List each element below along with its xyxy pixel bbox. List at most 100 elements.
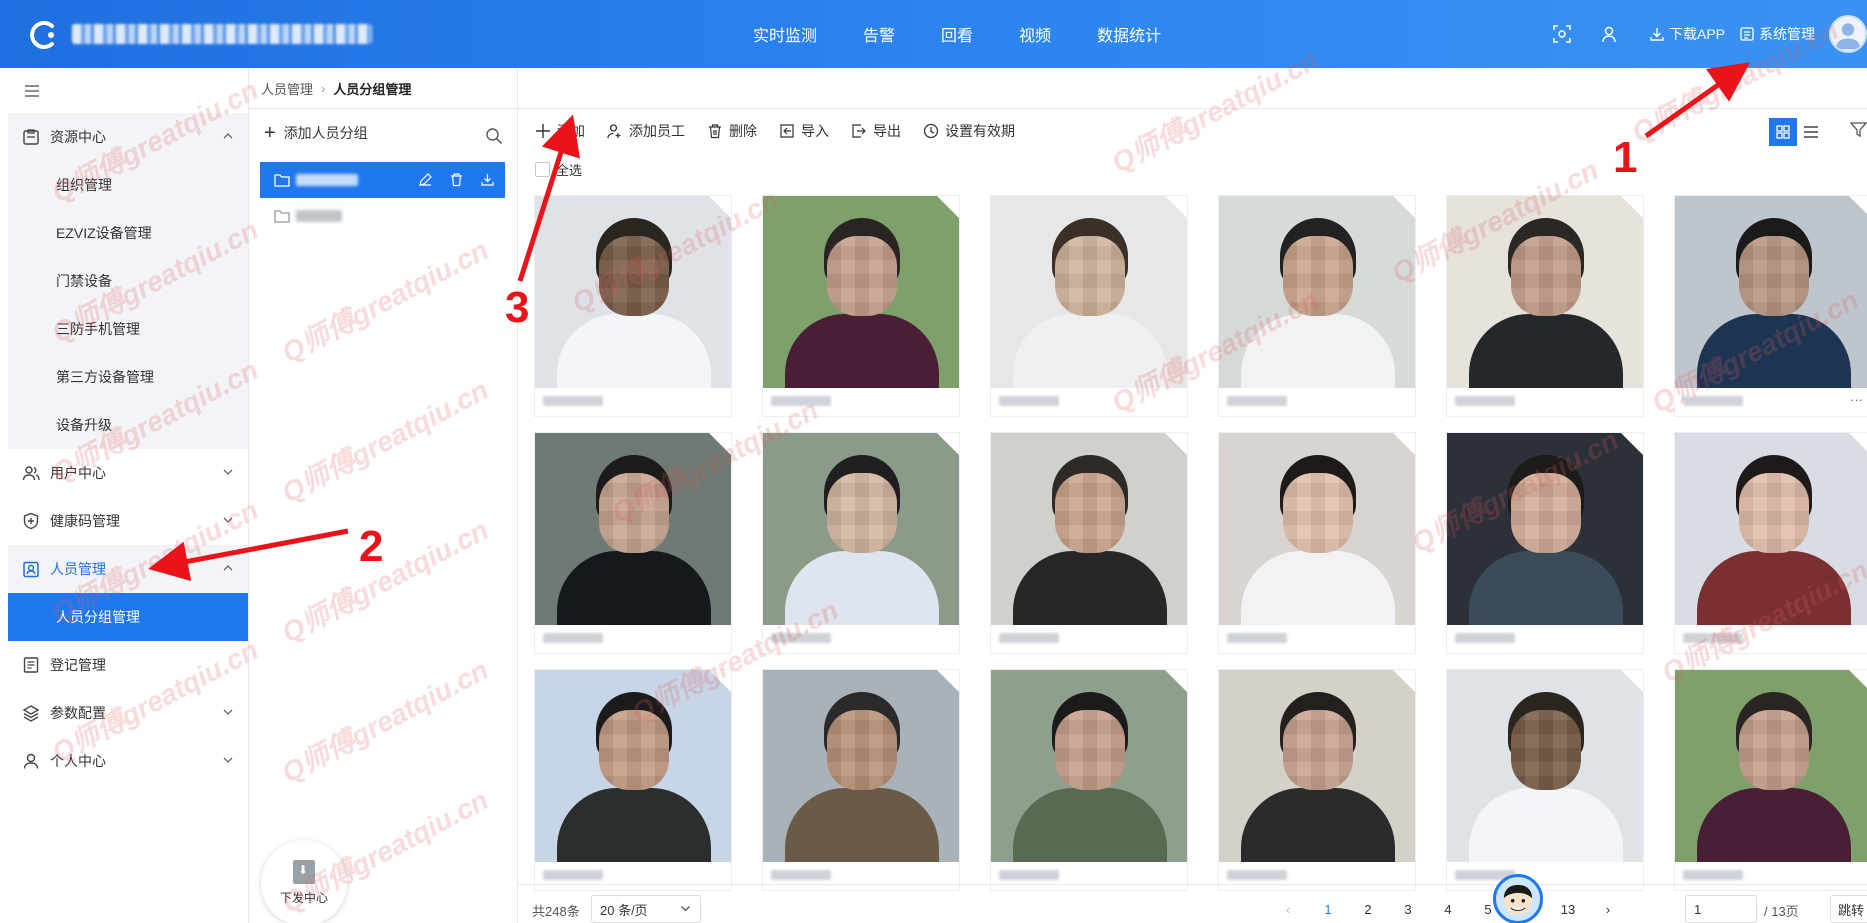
person-card[interactable] bbox=[534, 432, 732, 654]
list-view-button[interactable] bbox=[1797, 118, 1825, 146]
system-admin-link[interactable]: 系统管理 bbox=[1739, 24, 1815, 44]
sidebar-group-health-code[interactable]: 健康码管理 bbox=[8, 497, 248, 545]
page-13[interactable]: 13 bbox=[1548, 902, 1588, 917]
card-select-corner[interactable] bbox=[1621, 433, 1643, 455]
person-card[interactable] bbox=[990, 432, 1188, 654]
person-card[interactable] bbox=[762, 195, 960, 417]
nav-playback[interactable]: 回看 bbox=[918, 0, 996, 68]
select-all[interactable]: 全选 bbox=[535, 160, 582, 179]
page-jump-input[interactable] bbox=[1685, 895, 1757, 923]
card-select-corner[interactable] bbox=[1165, 670, 1187, 692]
person-card[interactable] bbox=[1218, 195, 1416, 417]
edit-icon[interactable] bbox=[418, 172, 433, 187]
delete-icon[interactable] bbox=[449, 172, 464, 187]
card-select-corner[interactable] bbox=[709, 433, 731, 455]
card-select-corner[interactable] bbox=[937, 196, 959, 218]
add-group-button[interactable]: + 添加人员分组 bbox=[264, 123, 368, 143]
card-select-corner[interactable] bbox=[1393, 670, 1415, 692]
sidebar-item-ezviz-devices[interactable]: EZVIZ设备管理 bbox=[8, 209, 248, 257]
person-card[interactable] bbox=[990, 669, 1188, 891]
person-card[interactable] bbox=[534, 669, 732, 891]
page-2[interactable]: 2 bbox=[1348, 902, 1388, 917]
add-button[interactable]: 添加 bbox=[535, 121, 585, 141]
person-card[interactable]: ··· bbox=[1674, 195, 1867, 417]
export-button[interactable]: 导出 bbox=[851, 121, 901, 141]
person-photo bbox=[991, 433, 1187, 625]
card-select-corner[interactable] bbox=[1849, 670, 1867, 692]
nav-alarm[interactable]: 告警 bbox=[840, 0, 918, 68]
set-validity-button[interactable]: 设置有效期 bbox=[923, 121, 1015, 141]
sidebar-item-access-devices[interactable]: 门禁设备 bbox=[8, 257, 248, 305]
card-select-corner[interactable] bbox=[1393, 433, 1415, 455]
sidebar-item-device-upgrade[interactable]: 设备升级 bbox=[8, 401, 248, 449]
card-select-corner[interactable] bbox=[1165, 196, 1187, 218]
group-item[interactable] bbox=[260, 198, 505, 234]
sidebar-collapse-toggle[interactable] bbox=[8, 68, 248, 113]
add-user-icon bbox=[607, 124, 621, 139]
person-card[interactable] bbox=[1218, 432, 1416, 654]
card-select-corner[interactable] bbox=[709, 196, 731, 218]
person-photo bbox=[1447, 670, 1643, 862]
card-select-corner[interactable] bbox=[1621, 670, 1643, 692]
sidebar-item-org-management[interactable]: 组织管理 bbox=[8, 161, 248, 209]
grid-icon bbox=[1776, 125, 1790, 139]
page-1[interactable]: 1 bbox=[1308, 902, 1348, 917]
sidebar-group-user-center[interactable]: 用户中心 bbox=[8, 449, 248, 497]
sidebar-group-registration[interactable]: 登记管理 bbox=[8, 641, 248, 689]
sidebar-item-personnel-groups[interactable]: 人员分组管理 bbox=[8, 593, 248, 641]
card-select-corner[interactable] bbox=[709, 670, 731, 692]
delete-button[interactable]: 删除 bbox=[707, 121, 757, 141]
shield-plus-icon bbox=[23, 512, 39, 530]
person-card[interactable] bbox=[1446, 669, 1644, 891]
card-select-corner[interactable] bbox=[1849, 196, 1867, 218]
person-name-blurred bbox=[1227, 396, 1287, 406]
nav-realtime-monitor[interactable]: 实时监测 bbox=[730, 0, 840, 68]
person-card[interactable] bbox=[1674, 432, 1867, 654]
person-card[interactable] bbox=[534, 195, 732, 417]
card-select-corner[interactable] bbox=[1165, 433, 1187, 455]
select-all-checkbox[interactable] bbox=[535, 162, 550, 177]
sidebar-group-personal-center[interactable]: 个人中心 bbox=[8, 737, 248, 785]
user-avatar[interactable] bbox=[1829, 15, 1867, 53]
sidebar-group-label: 资源中心 bbox=[50, 129, 106, 145]
download-app-link[interactable]: 下载APP bbox=[1649, 24, 1725, 44]
page-size-select[interactable]: 20 条/页 bbox=[591, 895, 701, 923]
card-select-corner[interactable] bbox=[937, 433, 959, 455]
scan-icon[interactable] bbox=[1553, 25, 1571, 43]
person-card[interactable] bbox=[1446, 432, 1644, 654]
person-card[interactable] bbox=[762, 432, 960, 654]
sidebar-group-resource-center[interactable]: 资源中心 bbox=[8, 113, 248, 161]
add-employee-button[interactable]: 添加员工 bbox=[607, 121, 685, 141]
import-button[interactable]: 导入 bbox=[779, 121, 829, 141]
filter-icon[interactable] bbox=[1850, 121, 1867, 138]
more-options-icon[interactable]: ··· bbox=[1850, 392, 1863, 407]
page-jump-button[interactable]: 跳转 bbox=[1830, 895, 1867, 923]
assistant-mascot-avatar[interactable] bbox=[1493, 874, 1543, 923]
person-card[interactable] bbox=[762, 669, 960, 891]
sidebar-group-personnel[interactable]: 人员管理 bbox=[8, 545, 248, 593]
nav-statistics[interactable]: 数据统计 bbox=[1074, 0, 1184, 68]
next-page-icon[interactable]: › bbox=[1588, 902, 1628, 917]
nav-video[interactable]: 视频 bbox=[996, 0, 1074, 68]
page-3[interactable]: 3 bbox=[1388, 902, 1428, 917]
sidebar-item-third-party-devices[interactable]: 第三方设备管理 bbox=[8, 353, 248, 401]
page-4[interactable]: 4 bbox=[1428, 902, 1468, 917]
card-select-corner[interactable] bbox=[1393, 196, 1415, 218]
person-card[interactable] bbox=[990, 195, 1188, 417]
card-select-corner[interactable] bbox=[1621, 196, 1643, 218]
grid-view-button[interactable] bbox=[1769, 118, 1797, 146]
person-card[interactable] bbox=[1218, 669, 1416, 891]
person-icon[interactable] bbox=[1601, 25, 1619, 43]
download-center-button[interactable]: 下发中心 bbox=[261, 840, 347, 923]
sidebar-item-rugged-phones[interactable]: 三防手机管理 bbox=[8, 305, 248, 353]
person-card[interactable] bbox=[1446, 195, 1644, 417]
card-select-corner[interactable] bbox=[1849, 433, 1867, 455]
download-icon[interactable] bbox=[480, 172, 495, 187]
group-item-selected[interactable] bbox=[260, 162, 505, 198]
search-icon[interactable] bbox=[485, 127, 503, 145]
sidebar-group-parameters[interactable]: 参数配置 bbox=[8, 689, 248, 737]
prev-page-icon[interactable]: ‹ bbox=[1268, 902, 1308, 917]
person-card[interactable] bbox=[1674, 669, 1867, 891]
breadcrumb-parent[interactable]: 人员管理 bbox=[261, 79, 313, 98]
card-select-corner[interactable] bbox=[937, 670, 959, 692]
